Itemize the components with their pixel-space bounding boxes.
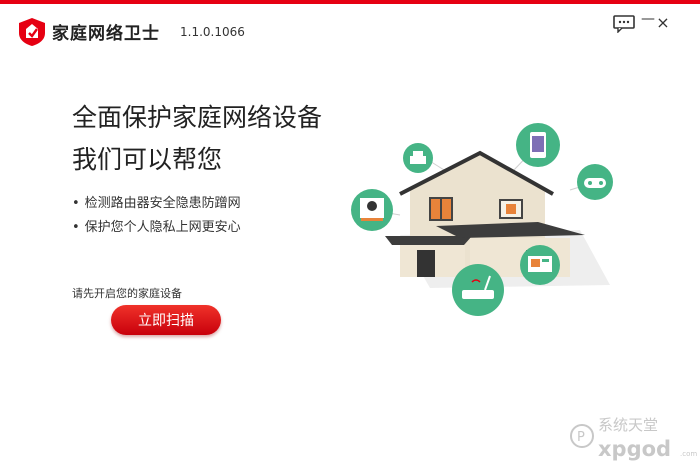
svg-text:P: P bbox=[577, 430, 585, 445]
hint-text: 请先开启您的家庭设备 bbox=[72, 287, 182, 300]
feedback-icon[interactable] bbox=[613, 15, 635, 33]
shield-logo-icon bbox=[19, 18, 45, 46]
app-title: 家庭网络卫士 bbox=[52, 24, 160, 44]
version-label: 1.1.0.1066 bbox=[180, 25, 245, 39]
feature-item: 保护您个人隐私上网更安心 bbox=[72, 216, 241, 240]
home-network-illustration bbox=[351, 123, 613, 316]
headline-line1: 全面保护家庭网络设备 bbox=[72, 103, 323, 132]
watermark-logo: P 系统天堂 xpgod .com bbox=[570, 416, 697, 461]
minimize-icon[interactable]: — bbox=[641, 11, 655, 27]
scan-now-button[interactable]: 立即扫描 bbox=[111, 305, 221, 335]
feature-list: 检测路由器安全隐患防蹭网 保护您个人隐私上网更安心 bbox=[72, 192, 241, 240]
svg-text:系统天堂: 系统天堂 bbox=[598, 416, 658, 434]
tv-icon bbox=[520, 245, 560, 285]
top-accent-bar bbox=[0, 0, 700, 4]
phone-icon bbox=[516, 123, 560, 167]
gamepad-icon bbox=[577, 164, 613, 200]
svg-text:.com: .com bbox=[680, 450, 697, 458]
printer-icon bbox=[403, 143, 433, 173]
close-icon[interactable]: × bbox=[656, 13, 670, 32]
svg-text:xpgod: xpgod bbox=[598, 437, 671, 461]
feature-item: 检测路由器安全隐患防蹭网 bbox=[72, 192, 241, 216]
router-icon bbox=[452, 264, 504, 316]
set-top-box-icon bbox=[351, 189, 393, 231]
headline-line2: 我们可以帮您 bbox=[72, 145, 223, 174]
